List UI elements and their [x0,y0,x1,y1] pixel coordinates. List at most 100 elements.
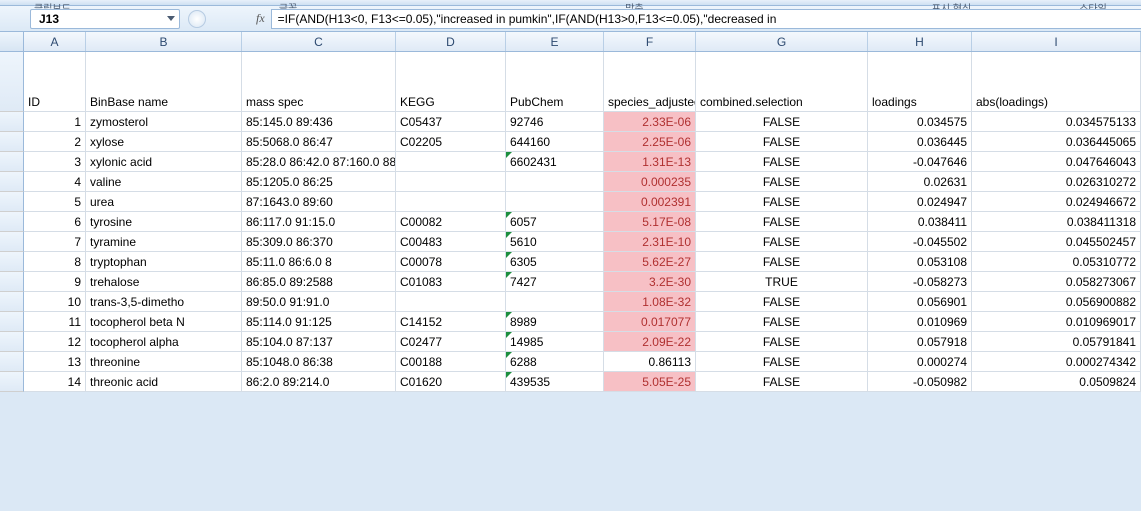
cell-id[interactable]: 9 [24,272,86,292]
cell-id[interactable]: 10 [24,292,86,312]
cell-binbase[interactable]: tyrosine [86,212,242,232]
cell-loadings[interactable]: 0.053108 [868,252,972,272]
cell-absloadings[interactable]: 0.026310272 [972,172,1141,192]
cell-binbase[interactable]: trans-3,5-dimetho [86,292,242,312]
cell-loadings[interactable]: 0.010969 [868,312,972,332]
cell-pubchem[interactable] [506,292,604,312]
row-header[interactable] [0,192,24,212]
cell-absloadings[interactable]: 0.05791841 [972,332,1141,352]
cell-combined[interactable]: TRUE [696,272,868,292]
cell-kegg[interactable] [396,172,506,192]
cell-massspec[interactable]: 86:117.0 91:15.0 [242,212,396,232]
formula-input[interactable]: =IF(AND(H13<0, F13<=0.05),"increased in … [271,9,1141,29]
cell-absloadings[interactable]: 0.000274342 [972,352,1141,372]
cell-massspec[interactable]: 85:104.0 87:137 [242,332,396,352]
col-header-I[interactable]: I [972,32,1141,51]
hdr-pvalues[interactable]: species_adjusted.pvalues [604,52,696,112]
cell-pubchem[interactable]: 8989 [506,312,604,332]
hdr-pubchem[interactable]: PubChem [506,52,604,112]
cell-massspec[interactable]: 85:114.0 91:125 [242,312,396,332]
cell-pubchem[interactable]: 6305 [506,252,604,272]
hdr-kegg[interactable]: KEGG [396,52,506,112]
cell-absloadings[interactable]: 0.056900882 [972,292,1141,312]
cell-loadings[interactable]: 0.024947 [868,192,972,212]
cell-combined[interactable]: FALSE [696,292,868,312]
col-header-A[interactable]: A [24,32,86,51]
cell-absloadings[interactable]: 0.05310772 [972,252,1141,272]
cell-pvalue[interactable]: 0.002391 [604,192,696,212]
cell-pubchem[interactable]: 92746 [506,112,604,132]
cell-massspec[interactable]: 86:2.0 89:214.0 [242,372,396,392]
cell-id[interactable]: 6 [24,212,86,232]
cell-combined[interactable]: FALSE [696,372,868,392]
cell-binbase[interactable]: threonic acid [86,372,242,392]
cell-massspec[interactable]: 86:85.0 89:2588 [242,272,396,292]
cell-pvalue[interactable]: 5.62E-27 [604,252,696,272]
row-header[interactable] [0,372,24,392]
cell-binbase[interactable]: trehalose [86,272,242,292]
cell-massspec[interactable]: 85:11.0 86:6.0 8 [242,252,396,272]
row-header[interactable] [0,332,24,352]
cell-pvalue[interactable]: 0.86113 [604,352,696,372]
cell-binbase[interactable]: tocopherol beta N [86,312,242,332]
cell-pubchem[interactable]: 6288 [506,352,604,372]
cell-binbase[interactable]: zymosterol [86,112,242,132]
cell-id[interactable]: 5 [24,192,86,212]
cell-pubchem[interactable] [506,172,604,192]
cell-binbase[interactable]: tyramine [86,232,242,252]
cell-kegg[interactable]: C01620 [396,372,506,392]
cell-loadings[interactable]: 0.000274 [868,352,972,372]
cell-massspec[interactable]: 85:309.0 86:370 [242,232,396,252]
col-header-G[interactable]: G [696,32,868,51]
cell-loadings[interactable]: 0.02631 [868,172,972,192]
row-header[interactable] [0,52,24,112]
cell-kegg[interactable]: C01083 [396,272,506,292]
cell-massspec[interactable]: 89:50.0 91:91.0 [242,292,396,312]
cell-massspec[interactable]: 85:5068.0 86:47 [242,132,396,152]
row-header[interactable] [0,212,24,232]
cell-pvalue[interactable]: 5.05E-25 [604,372,696,392]
cell-loadings[interactable]: 0.034575 [868,112,972,132]
cell-id[interactable]: 12 [24,332,86,352]
cell-kegg[interactable]: C00082 [396,212,506,232]
hdr-loadings[interactable]: loadings [868,52,972,112]
cell-massspec[interactable]: 85:145.0 89:436 [242,112,396,132]
cell-massspec[interactable]: 85:28.0 86:42.0 87:160.0 88:46 [242,152,396,172]
cell-loadings[interactable]: 0.056901 [868,292,972,312]
cell-combined[interactable]: FALSE [696,332,868,352]
cell-absloadings[interactable]: 0.038411318 [972,212,1141,232]
hdr-binbase[interactable]: BinBase name [86,52,242,112]
col-header-D[interactable]: D [396,32,506,51]
cell-binbase[interactable]: threonine [86,352,242,372]
cell-kegg[interactable]: C14152 [396,312,506,332]
cell-binbase[interactable]: valine [86,172,242,192]
cell-kegg[interactable]: C00483 [396,232,506,252]
cell-pubchem[interactable]: 644160 [506,132,604,152]
cell-kegg[interactable] [396,192,506,212]
cell-id[interactable]: 1 [24,112,86,132]
cell-pubchem[interactable]: 439535 [506,372,604,392]
hdr-massspec[interactable]: mass spec [242,52,396,112]
cell-absloadings[interactable]: 0.034575133 [972,112,1141,132]
cell-combined[interactable]: FALSE [696,172,868,192]
cell-binbase[interactable]: xylonic acid [86,152,242,172]
col-header-H[interactable]: H [868,32,972,51]
row-header[interactable] [0,352,24,372]
cell-binbase[interactable]: tryptophan [86,252,242,272]
row-header[interactable] [0,312,24,332]
chevron-down-icon[interactable] [167,16,175,21]
cell-combined[interactable]: FALSE [696,132,868,152]
cell-id[interactable]: 3 [24,152,86,172]
cell-loadings[interactable]: -0.047646 [868,152,972,172]
cell-pubchem[interactable]: 14985 [506,332,604,352]
cell-pvalue[interactable]: 5.17E-08 [604,212,696,232]
cell-pubchem[interactable] [506,192,604,212]
cell-id[interactable]: 14 [24,372,86,392]
cell-pubchem[interactable]: 7427 [506,272,604,292]
cell-loadings[interactable]: -0.058273 [868,272,972,292]
cell-absloadings[interactable]: 0.036445065 [972,132,1141,152]
cell-pvalue[interactable]: 2.31E-10 [604,232,696,252]
row-header[interactable] [0,272,24,292]
cell-kegg[interactable]: C02205 [396,132,506,152]
cell-kegg[interactable] [396,292,506,312]
